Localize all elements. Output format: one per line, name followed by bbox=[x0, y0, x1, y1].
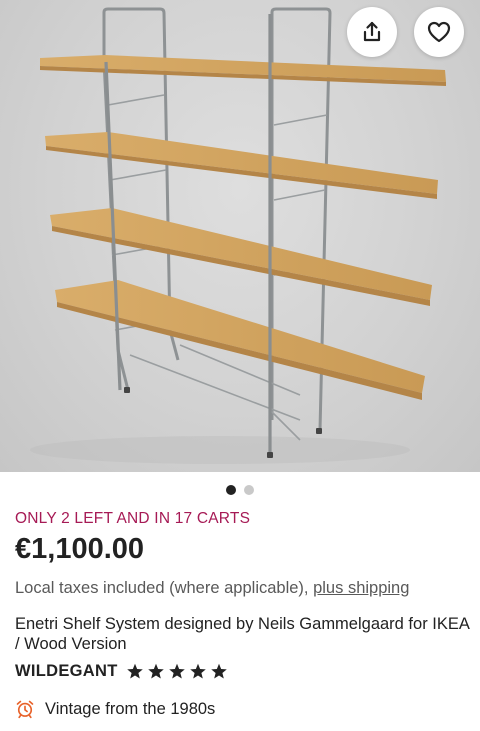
tax-text: Local taxes included (where applicable), bbox=[15, 579, 314, 597]
star-icon bbox=[126, 663, 143, 679]
product-image[interactable] bbox=[0, 0, 480, 472]
favorite-button[interactable] bbox=[414, 7, 464, 57]
share-button[interactable] bbox=[347, 7, 397, 57]
vintage-label: Vintage from the 1980s bbox=[45, 699, 216, 718]
vintage-row: Vintage from the 1980s bbox=[15, 699, 215, 719]
alarm-clock-icon bbox=[16, 700, 34, 719]
seller-row: WILDEGANT bbox=[15, 662, 228, 681]
carousel-dot-2[interactable] bbox=[244, 485, 254, 495]
carousel-indicator bbox=[0, 485, 480, 495]
star-icon bbox=[168, 663, 185, 679]
seller-name[interactable]: WILDEGANT bbox=[15, 662, 118, 681]
product-title: Enetri Shelf System designed by Neils Ga… bbox=[15, 615, 469, 653]
star-icon bbox=[189, 663, 206, 679]
shipping-link[interactable]: plus shipping bbox=[313, 579, 409, 597]
star-icon bbox=[147, 663, 164, 679]
carousel-dot-1[interactable] bbox=[226, 485, 236, 495]
star-icon bbox=[210, 663, 227, 679]
price: €1,100.00 bbox=[15, 533, 145, 565]
stock-notice: ONLY 2 LEFT AND IN 17 CARTS bbox=[15, 510, 251, 527]
shelf-photo bbox=[30, 7, 446, 464]
heart-icon bbox=[427, 21, 451, 43]
tax-info: Local taxes included (where applicable),… bbox=[15, 579, 409, 598]
share-icon bbox=[363, 21, 381, 42]
rating-stars bbox=[126, 663, 228, 680]
